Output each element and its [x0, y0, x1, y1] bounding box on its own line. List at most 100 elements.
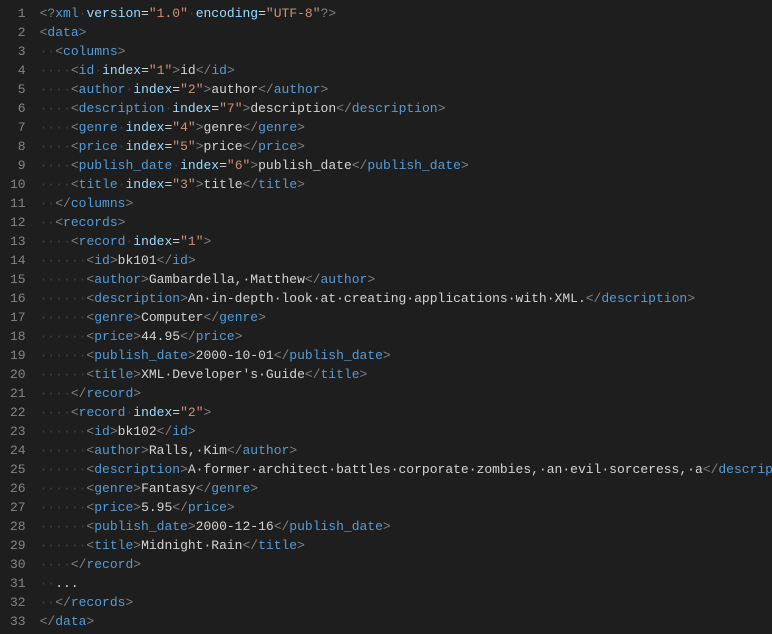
code-line[interactable]: ····<description·index="7">description</…: [40, 99, 772, 118]
xml-tag-close: publish_date: [289, 519, 383, 534]
code-line[interactable]: ····<publish_date·index="6">publish_date…: [40, 156, 772, 175]
xml-text: Gambardella,·Matthew: [149, 272, 305, 287]
xml-text: 5.95: [141, 500, 172, 515]
xml-tag-open: author: [94, 443, 141, 458]
xml-pi-open: <?: [40, 6, 56, 21]
xml-text: title: [204, 177, 243, 192]
code-line[interactable]: ··<records>: [40, 213, 772, 232]
code-line[interactable]: ······<genre>Computer</genre>: [40, 308, 772, 327]
xml-tag-open: data: [47, 25, 78, 40]
line-number: 26: [10, 479, 26, 498]
code-line[interactable]: ······<author>Ralls,·Kim</author>: [40, 441, 772, 460]
indent-whitespace: ······: [40, 348, 87, 363]
code-line[interactable]: ····<title·index="3">title</title>: [40, 175, 772, 194]
line-number: 24: [10, 441, 26, 460]
line-number: 23: [10, 422, 26, 441]
xml-tag-close: title: [321, 367, 360, 382]
code-line[interactable]: ······<title>Midnight·Rain</title>: [40, 536, 772, 555]
xml-tag-close: genre: [258, 120, 297, 135]
xml-text: An·in-depth·look·at·creating·application…: [188, 291, 586, 306]
code-line[interactable]: ······<description>An·in-depth·look·at·c…: [40, 289, 772, 308]
xml-tag-open: id: [94, 424, 110, 439]
xml-attr-name: index: [125, 177, 164, 192]
code-line[interactable]: <?xml·version="1.0"·encoding="UTF-8"?>: [40, 4, 772, 23]
xml-tag-open: publish_date: [79, 158, 173, 173]
xml-tag-close: price: [258, 139, 297, 154]
indent-whitespace: ······: [40, 310, 87, 325]
code-line[interactable]: ····<price·index="5">price</price>: [40, 137, 772, 156]
xml-tag-close: id: [211, 63, 227, 78]
indent-whitespace: ··: [40, 215, 56, 230]
code-line[interactable]: ······<price>44.95</price>: [40, 327, 772, 346]
code-line[interactable]: ····<author·index="2">author</author>: [40, 80, 772, 99]
indent-whitespace: ····: [40, 405, 71, 420]
indent-whitespace: ······: [40, 462, 87, 477]
xml-attr-value: "4": [172, 120, 195, 135]
code-line[interactable]: ······<genre>Fantasy</genre>: [40, 479, 772, 498]
code-line[interactable]: ······<title>XML·Developer's·Guide</titl…: [40, 365, 772, 384]
code-line[interactable]: ····<record·index="1">: [40, 232, 772, 251]
code-line[interactable]: ····<genre·index="4">genre</genre>: [40, 118, 772, 137]
xml-attr-name: index: [172, 101, 211, 116]
xml-text: A·former·architect·battles·corporate·zom…: [188, 462, 703, 477]
xml-tag-close: genre: [211, 481, 250, 496]
xml-tag-close: author: [274, 82, 321, 97]
xml-tag-open: author: [79, 82, 126, 97]
xml-text: XML·Developer's·Guide: [141, 367, 305, 382]
code-line[interactable]: ··<columns>: [40, 42, 772, 61]
xml-tag-close: publish_date: [367, 158, 461, 173]
xml-tag-open: description: [94, 291, 180, 306]
xml-tag-open: publish_date: [94, 519, 188, 534]
code-line[interactable]: ····</record>: [40, 384, 772, 403]
indent-whitespace: ····: [40, 63, 71, 78]
line-number: 15: [10, 270, 26, 289]
code-line[interactable]: ··</columns>: [40, 194, 772, 213]
xml-attr-name: index: [180, 158, 219, 173]
xml-tag-close: data: [55, 614, 86, 629]
code-editor[interactable]: 1234567891011121314151617181920212223242…: [0, 0, 772, 634]
code-line[interactable]: </data>: [40, 612, 772, 631]
code-line[interactable]: ······<id>bk101</id>: [40, 251, 772, 270]
code-line[interactable]: ····<record·index="2">: [40, 403, 772, 422]
code-line[interactable]: ······<author>Gambardella,·Matthew</auth…: [40, 270, 772, 289]
xml-attr-name: index: [125, 139, 164, 154]
line-number: 29: [10, 536, 26, 555]
xml-tag-open: price: [94, 329, 133, 344]
indent-whitespace: ······: [40, 500, 87, 515]
xml-pi-close: ?>: [321, 6, 337, 21]
code-line[interactable]: ··</records>: [40, 593, 772, 612]
code-line[interactable]: <data>: [40, 23, 772, 42]
xml-tag-close: columns: [71, 196, 126, 211]
indent-whitespace: ····: [40, 101, 71, 116]
indent-whitespace: ····: [40, 557, 71, 572]
code-line[interactable]: ····</record>: [40, 555, 772, 574]
code-line[interactable]: ······<publish_date>2000-10-01</publish_…: [40, 346, 772, 365]
line-number: 8: [10, 137, 26, 156]
code-line[interactable]: ······<description>A·former·architect·ba…: [40, 460, 772, 479]
xml-attr-value: "5": [172, 139, 195, 154]
ellipsis: ...: [55, 576, 78, 591]
xml-attr-name: index: [133, 234, 172, 249]
xml-tag-open: title: [94, 538, 133, 553]
code-content[interactable]: <?xml·version="1.0"·encoding="UTF-8"?><d…: [40, 0, 772, 634]
code-line[interactable]: ····<id·index="1">id</id>: [40, 61, 772, 80]
xml-tag-open: price: [79, 139, 118, 154]
indent-whitespace: ······: [40, 538, 87, 553]
line-number: 32: [10, 593, 26, 612]
indent-whitespace: ····: [40, 120, 71, 135]
line-number: 16: [10, 289, 26, 308]
xml-attr-value: "3": [172, 177, 195, 192]
indent-whitespace: ····: [40, 82, 71, 97]
indent-whitespace: ··: [40, 44, 56, 59]
xml-attr-value: "7": [219, 101, 242, 116]
code-line[interactable]: ······<publish_date>2000-12-16</publish_…: [40, 517, 772, 536]
xml-text: Midnight·Rain: [141, 538, 242, 553]
xml-tag-open: description: [94, 462, 180, 477]
xml-tag-close: description: [352, 101, 438, 116]
xml-text: description: [250, 101, 336, 116]
xml-text: Fantasy: [141, 481, 196, 496]
xml-tag-close: title: [258, 177, 297, 192]
code-line[interactable]: ··...: [40, 574, 772, 593]
code-line[interactable]: ······<price>5.95</price>: [40, 498, 772, 517]
code-line[interactable]: ······<id>bk102</id>: [40, 422, 772, 441]
